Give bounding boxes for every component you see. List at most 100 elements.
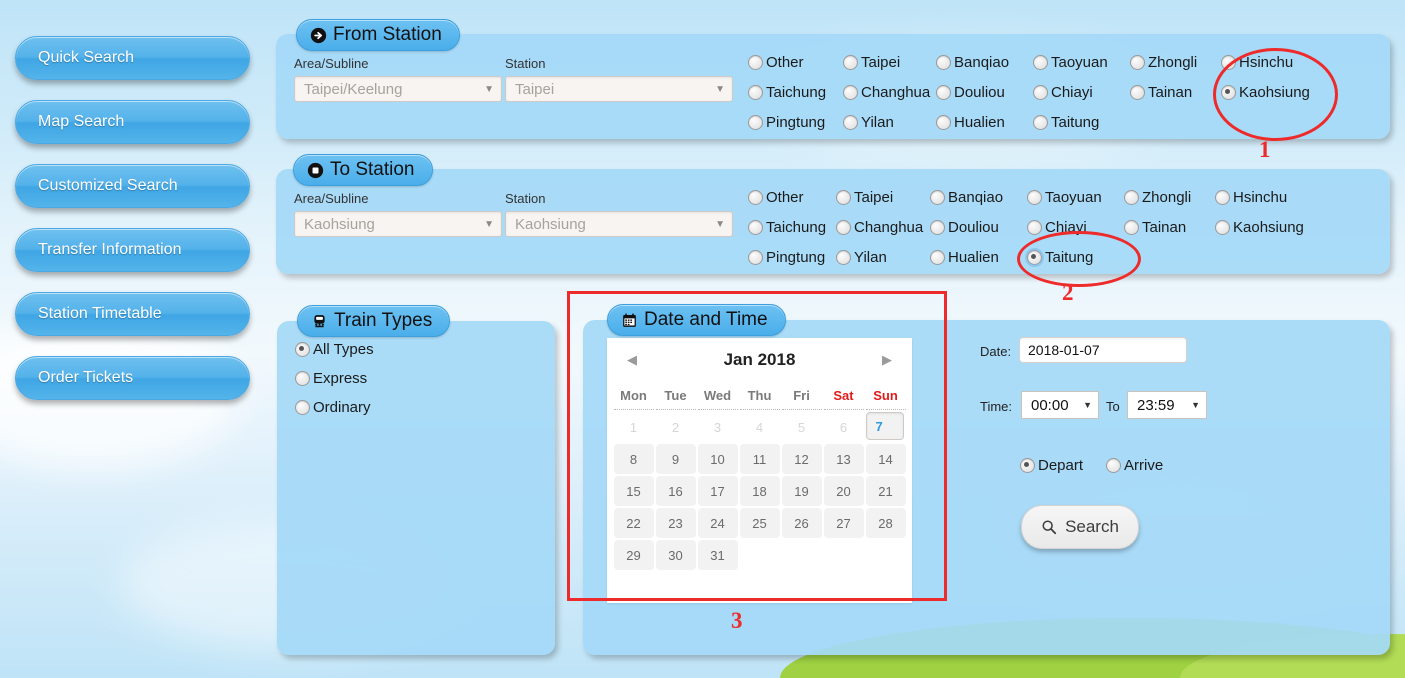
calendar-day[interactable]: 21 (865, 476, 906, 506)
to-station-radio-zhongli[interactable]: Zhongli (1124, 189, 1191, 206)
sidebar-item-station-timetable[interactable]: Station Timetable (15, 292, 250, 336)
calendar-day-selected[interactable]: 7 (865, 412, 904, 440)
radio-label: Douliou (954, 84, 1005, 101)
from-station-radio-hsinchu[interactable]: Hsinchu (1221, 54, 1293, 71)
depart-radio[interactable]: Depart (1020, 457, 1083, 474)
train-type-radio-express[interactable]: Express (295, 370, 367, 387)
sidebar-item-quick-search[interactable]: Quick Search (15, 36, 250, 80)
to-station-radio-taichung[interactable]: Taichung (748, 219, 826, 236)
radio-label: Hualien (948, 249, 999, 266)
calendar-day[interactable]: 10 (697, 444, 738, 474)
radio-label: Yilan (854, 249, 887, 266)
calendar-day[interactable]: 25 (739, 508, 780, 538)
radio-label: Kaohsiung (1239, 84, 1310, 101)
to-station-radio-kaohsiung[interactable]: Kaohsiung (1215, 219, 1304, 236)
radio-label: Tainan (1148, 84, 1193, 101)
to-station-radio-changhua[interactable]: Changhua (836, 219, 923, 236)
calendar-day-empty (823, 540, 864, 570)
chevron-right-icon[interactable]: ▶ (878, 352, 896, 368)
to-station-radio-taoyuan[interactable]: Taoyuan (1027, 189, 1102, 206)
to-station-radio-hsinchu[interactable]: Hsinchu (1215, 189, 1287, 206)
time-to-select[interactable]: 23:59 ▼ (1127, 391, 1207, 419)
calendar-day[interactable]: 26 (781, 508, 822, 538)
calendar-header: ◀ Jan 2018 ▶ (607, 338, 912, 376)
train-type-radio-ordinary[interactable]: Ordinary (295, 399, 371, 416)
radio-dot-icon (748, 55, 763, 70)
calendar-day: 2 (655, 412, 696, 442)
radio-label: All Types (313, 341, 374, 358)
from-station-radio-taoyuan[interactable]: Taoyuan (1033, 54, 1108, 71)
magnifier-icon (1041, 519, 1057, 535)
to-area-select[interactable]: Kaohsiung ▼ (294, 211, 502, 237)
to-station-radio-chiayi[interactable]: Chiayi (1027, 219, 1087, 236)
to-station-radio-yilan[interactable]: Yilan (836, 249, 887, 266)
from-station-radio-banqiao[interactable]: Banqiao (936, 54, 1009, 71)
from-station-radio-chiayi[interactable]: Chiayi (1033, 84, 1093, 101)
radio-dot-icon (748, 190, 763, 205)
from-station-radio-tainan[interactable]: Tainan (1130, 84, 1192, 101)
calendar-day[interactable]: 15 (613, 476, 654, 506)
sidebar-item-customized-search[interactable]: Customized Search (15, 164, 250, 208)
from-station-radio-zhongli[interactable]: Zhongli (1130, 54, 1197, 71)
sidebar-item-map-search[interactable]: Map Search (15, 100, 250, 144)
calendar-day[interactable]: 31 (697, 540, 738, 570)
to-station-radio-tainan[interactable]: Tainan (1124, 219, 1186, 236)
calendar-day[interactable]: 24 (697, 508, 738, 538)
radio-label: Taitung (1051, 114, 1100, 131)
arrive-radio[interactable]: Arrive (1106, 457, 1163, 474)
from-station-radio-taipei[interactable]: Taipei (843, 54, 900, 71)
calendar-day[interactable]: 8 (613, 444, 654, 474)
calendar-day[interactable]: 29 (613, 540, 654, 570)
radio-label: Douliou (948, 219, 999, 236)
to-station-radio-taipei[interactable]: Taipei (836, 189, 893, 206)
calendar-day[interactable]: 28 (865, 508, 906, 538)
calendar-day[interactable]: 11 (739, 444, 780, 474)
from-station-radio-douliou[interactable]: Douliou (936, 84, 1005, 101)
radio-dot-icon (1033, 115, 1048, 130)
radio-label: Zhongli (1148, 54, 1198, 71)
calendar-week-row: 22 23 24 25 26 27 28 (613, 508, 906, 538)
from-station-select[interactable]: Taipei ▼ (505, 76, 733, 102)
calendar-day[interactable]: 18 (739, 476, 780, 506)
from-area-label: Area/Subline (294, 56, 369, 71)
radio-label: Pingtung (766, 114, 826, 131)
radio-dot-icon (836, 250, 851, 265)
calendar-day[interactable]: 9 (655, 444, 696, 474)
from-station-radio-other[interactable]: Other (748, 54, 804, 71)
calendar-day[interactable]: 22 (613, 508, 654, 538)
chevron-left-icon[interactable]: ◀ (623, 352, 641, 368)
date-input[interactable]: 2018-01-07 (1019, 337, 1187, 363)
to-station-radio-douliou[interactable]: Douliou (930, 219, 999, 236)
calendar-day[interactable]: 23 (655, 508, 696, 538)
from-station-radio-kaohsiung[interactable]: Kaohsiung (1221, 84, 1310, 101)
from-station-radio-yilan[interactable]: Yilan (843, 114, 894, 131)
to-station-radio-hualien[interactable]: Hualien (930, 249, 999, 266)
calendar-day[interactable]: 20 (823, 476, 864, 506)
to-station-radio-taitung[interactable]: Taitung (1025, 248, 1093, 267)
calendar-day[interactable]: 13 (823, 444, 864, 474)
radio-label: Changhua (854, 219, 924, 236)
from-station-radio-changhua[interactable]: Changhua (843, 84, 930, 101)
from-station-radio-taitung[interactable]: Taitung (1033, 114, 1099, 131)
to-station-radio-other[interactable]: Other (748, 189, 804, 206)
calendar-day[interactable]: 17 (697, 476, 738, 506)
to-station-radio-banqiao[interactable]: Banqiao (930, 189, 1003, 206)
from-station-radio-pingtung[interactable]: Pingtung (748, 114, 825, 131)
search-button[interactable]: Search (1021, 505, 1139, 549)
calendar-day[interactable]: 12 (781, 444, 822, 474)
to-station-select[interactable]: Kaohsiung ▼ (505, 211, 733, 237)
train-type-radio-all-types[interactable]: All Types (295, 341, 374, 358)
from-station-radio-hualien[interactable]: Hualien (936, 114, 1005, 131)
date-and-time-calendar[interactable]: ◀ Jan 2018 ▶ Mon Tue Wed Thu Fri Sat Sun… (607, 338, 912, 603)
calendar-day[interactable]: 16 (655, 476, 696, 506)
from-station-radio-taichung[interactable]: Taichung (748, 84, 826, 101)
calendar-day[interactable]: 14 (865, 444, 906, 474)
from-area-select[interactable]: Taipei/Keelung ▼ (294, 76, 502, 102)
calendar-day[interactable]: 19 (781, 476, 822, 506)
time-from-select[interactable]: 00:00 ▼ (1021, 391, 1099, 419)
sidebar-item-transfer-information[interactable]: Transfer Information (15, 228, 250, 272)
sidebar-item-order-tickets[interactable]: Order Tickets (15, 356, 250, 400)
to-station-radio-pingtung[interactable]: Pingtung (748, 249, 825, 266)
calendar-day[interactable]: 27 (823, 508, 864, 538)
calendar-day[interactable]: 30 (655, 540, 696, 570)
